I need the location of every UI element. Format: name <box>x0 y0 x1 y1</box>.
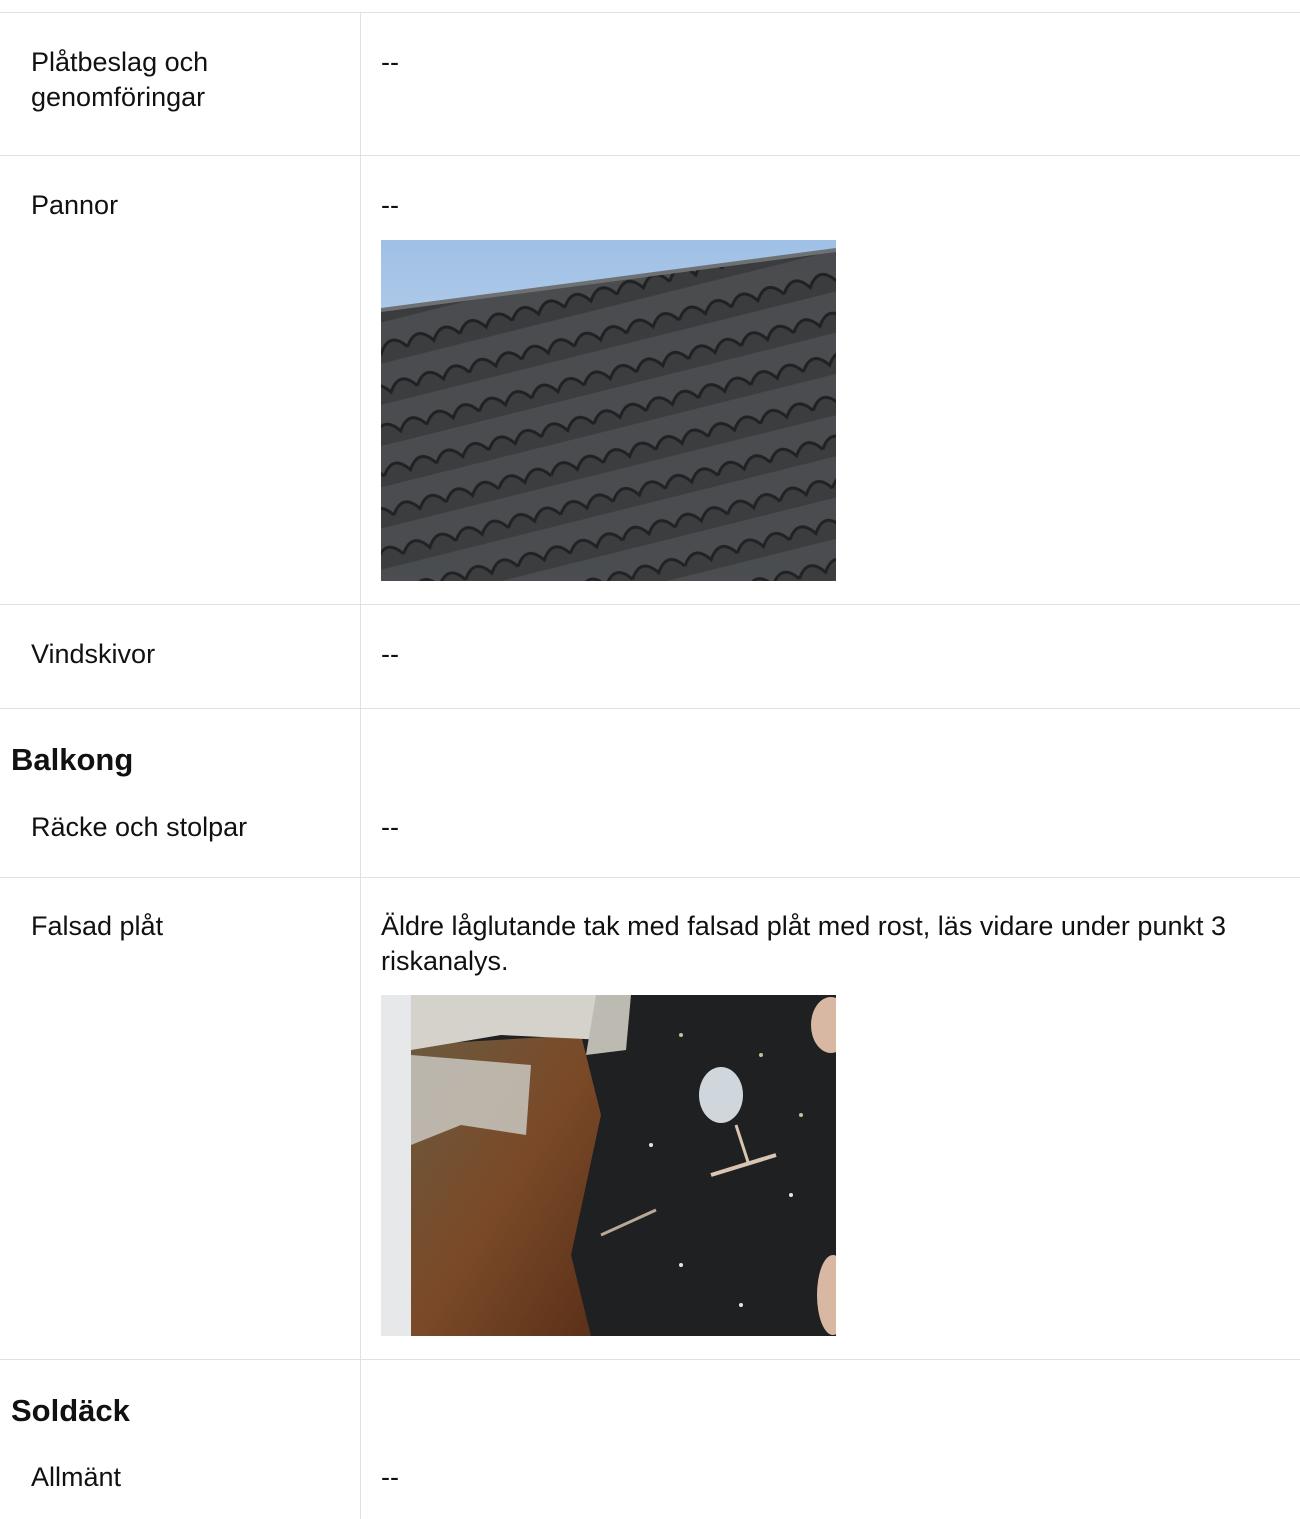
row-divider <box>0 877 1300 878</box>
column-divider <box>360 12 361 1519</box>
row-label-falsad-plat: Falsad plåt <box>31 911 164 941</box>
row-divider <box>0 708 1300 709</box>
row-value-vindskivor: -- <box>381 639 399 669</box>
section-heading-soldack: Soldäck <box>11 1393 130 1428</box>
row-label-pannor: Pannor <box>31 190 119 220</box>
row-value-allmant: -- <box>381 1462 399 1492</box>
row-value-racke: -- <box>381 812 399 842</box>
row-divider <box>0 155 1300 156</box>
row-value-platbeslag: -- <box>381 47 399 77</box>
row-label-vindskivor: Vindskivor <box>31 639 156 669</box>
roof-tiles-photo <box>381 240 836 581</box>
row-label-racke: Räcke och stolpar <box>31 812 248 842</box>
row-label-allmant: Allmänt <box>31 1462 122 1492</box>
row-divider <box>0 1359 1300 1360</box>
row-divider <box>0 12 1300 13</box>
row-label-platbeslag: Plåtbeslag och genomföringar <box>31 47 209 112</box>
row-divider <box>0 604 1300 605</box>
rusted-sheet-metal-photo <box>381 995 836 1336</box>
section-heading-balkong: Balkong <box>11 742 134 777</box>
row-value-pannor: -- <box>381 190 399 220</box>
row-value-falsad-plat: Äldre låglutande tak med falsad plåt med… <box>381 911 1226 976</box>
